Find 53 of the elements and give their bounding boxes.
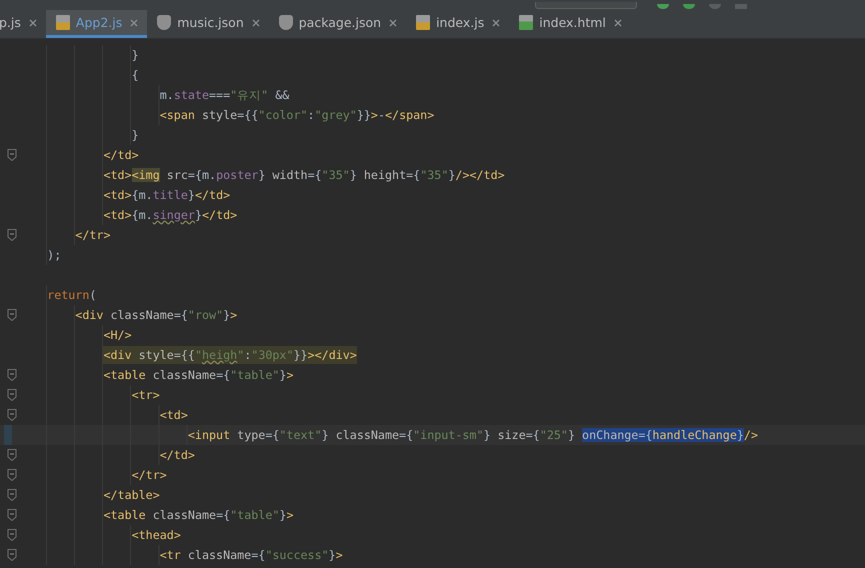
code-line: <table className={"table"}>: [103, 367, 294, 384]
code-line: }: [132, 47, 139, 64]
code-line: </tr>: [132, 467, 167, 484]
code-line: );: [47, 247, 62, 264]
code-line: {: [132, 67, 139, 84]
file-tab[interactable]: App2.js: [46, 10, 148, 38]
code-line: <tr className={"success"}>: [160, 547, 343, 564]
code-line: return(: [47, 287, 96, 304]
code-line: m.state==="유지" &&: [160, 87, 290, 104]
fold-marker-icon[interactable]: [7, 369, 17, 381]
code-line: }: [132, 127, 139, 144]
fold-marker-icon[interactable]: [7, 309, 17, 321]
fold-marker-icon[interactable]: [7, 509, 17, 521]
file-tab[interactable]: index.js: [406, 10, 510, 38]
code-line: <tr>: [132, 387, 160, 404]
file-icon: [56, 15, 70, 30]
file-tab[interactable]: music.json: [147, 10, 269, 38]
code-line: <div className={"row"}>: [75, 307, 238, 324]
code-line: <table className={"table"}>: [103, 507, 294, 524]
fold-marker-icon[interactable]: [7, 449, 17, 461]
file-icon: [519, 15, 534, 30]
file-icon: [157, 15, 172, 30]
fold-marker-icon[interactable]: [7, 229, 17, 241]
fold-marker-icon[interactable]: [7, 409, 17, 421]
file-icon: [416, 15, 430, 30]
fold-marker-icon[interactable]: [7, 529, 17, 541]
code-line: <td>{m.singer}</td>: [103, 207, 238, 224]
file-tab[interactable]: package.json: [268, 10, 406, 38]
code-line: </td>: [103, 147, 139, 164]
fold-marker-icon[interactable]: [7, 149, 17, 161]
code-line: <span style={{"color":"grey"}}>-</span>: [160, 107, 434, 124]
fold-marker-icon[interactable]: [7, 489, 17, 501]
code-line: </td>: [160, 447, 195, 464]
close-icon[interactable]: [252, 18, 260, 26]
code-line: </tr>: [75, 227, 110, 244]
file-tab[interactable]: p.js: [0, 10, 46, 38]
close-icon[interactable]: [614, 18, 622, 26]
code-line: </table>: [103, 487, 160, 504]
fold-marker-icon[interactable]: [7, 469, 17, 481]
close-icon[interactable]: [28, 18, 37, 26]
file-icon: [278, 15, 293, 30]
code-line: <thead>: [132, 527, 181, 544]
code-line: <td><img src={m.poster} width={"35"} height={"35"}/></td>: [103, 167, 505, 184]
close-icon[interactable]: [492, 18, 500, 26]
code-line: <H/>: [103, 327, 132, 344]
code-line: <input type={"text"} className={"input-sm"} size={"25"} onChange={handleChange}/>: [188, 427, 758, 444]
code-line: <td>{m.title}</td>: [103, 187, 230, 204]
code-line: <td>: [160, 407, 188, 424]
close-icon[interactable]: [389, 18, 398, 26]
fold-marker-icon[interactable]: [7, 549, 17, 561]
fold-marker-icon[interactable]: [7, 389, 17, 401]
file-tab[interactable]: index.html: [509, 10, 631, 38]
close-icon[interactable]: [130, 18, 138, 26]
